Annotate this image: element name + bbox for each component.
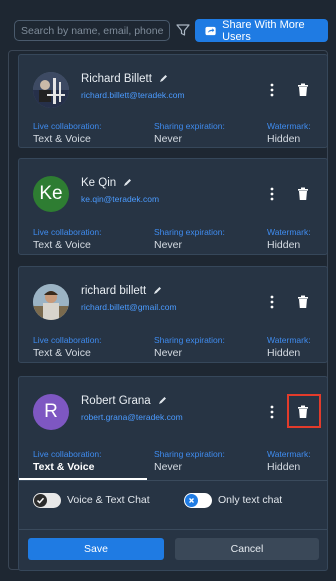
- expiration-label: Sharing expiration:: [154, 227, 225, 237]
- user-name: Richard Billett: [81, 73, 168, 85]
- watermark-value: Hidden: [267, 239, 301, 251]
- user-card-expanded: R Robert Grana robert.grana@teradek.com …: [18, 376, 328, 571]
- edit-pencil-icon[interactable]: [152, 286, 162, 296]
- watermark-value[interactable]: Hidden: [267, 461, 300, 473]
- user-name: Ke Qin: [81, 177, 132, 189]
- only-text-label: Only text chat: [218, 494, 283, 506]
- trash-icon[interactable]: [297, 295, 309, 309]
- divider: [19, 480, 327, 481]
- user-email: richard.billett@teradek.com: [81, 90, 185, 100]
- more-options-icon[interactable]: [269, 294, 275, 310]
- watermark-label: Watermark:: [267, 227, 311, 237]
- expiration-label: Sharing expiration:: [154, 121, 225, 131]
- expiration-label: Sharing expiration:: [154, 335, 225, 345]
- voice-text-label: Voice & Text Chat: [67, 494, 150, 506]
- user-name-text: Robert Grana: [81, 395, 151, 407]
- more-options-icon[interactable]: [269, 82, 275, 98]
- trash-icon[interactable]: [297, 83, 309, 97]
- user-card: Richard Billett richard.billett@teradek.…: [18, 54, 328, 148]
- close-icon: [185, 494, 198, 507]
- edit-pencil-icon[interactable]: [157, 396, 167, 406]
- user-name-text: Ke Qin: [81, 177, 117, 189]
- avatar: [33, 72, 69, 108]
- trash-icon[interactable]: [297, 405, 309, 419]
- user-name-text: Richard Billett: [81, 73, 152, 85]
- collaboration-value: Text & Voice: [33, 239, 91, 251]
- more-options-icon[interactable]: [269, 186, 275, 202]
- share-icon: [205, 26, 216, 35]
- user-name: richard billett: [81, 285, 162, 297]
- collaboration-value: Text & Voice: [33, 133, 91, 145]
- cancel-button[interactable]: Cancel: [175, 538, 319, 560]
- voice-text-toggle[interactable]: [33, 493, 61, 508]
- more-options-icon[interactable]: [269, 404, 275, 420]
- avatar: R: [33, 394, 69, 430]
- collaboration-value: Text & Voice: [33, 347, 91, 359]
- user-card: richard billett richard.billett@gmail.co…: [18, 266, 328, 363]
- expiration-label: Sharing expiration:: [154, 449, 225, 459]
- user-name: Robert Grana: [81, 395, 167, 407]
- collaboration-label: Live collaboration:: [33, 227, 102, 237]
- share-with-more-users-button[interactable]: Share With More Users: [195, 18, 328, 43]
- collaboration-label: Live collaboration:: [33, 449, 102, 459]
- trash-icon[interactable]: [297, 187, 309, 201]
- watermark-value: Hidden: [267, 133, 301, 145]
- watermark-label: Watermark:: [267, 121, 311, 131]
- expiration-value: Never: [154, 347, 183, 359]
- user-name-text: richard billett: [81, 285, 147, 297]
- shared-users-list: Richard Billett richard.billett@teradek.…: [8, 50, 328, 571]
- toolbar: Share With More Users: [8, 17, 328, 45]
- only-text-toggle[interactable]: [184, 493, 212, 508]
- save-button[interactable]: Save: [28, 538, 164, 560]
- collaboration-label: Live collaboration:: [33, 121, 102, 131]
- edit-pencil-icon[interactable]: [122, 178, 132, 188]
- search-input[interactable]: [14, 20, 170, 41]
- avatar-initials: Ke: [39, 183, 63, 204]
- avatar: Ke: [33, 176, 69, 212]
- check-icon: [34, 494, 47, 507]
- user-email: ke.qin@teradek.com: [81, 194, 160, 204]
- expiration-value[interactable]: Never: [154, 461, 182, 473]
- user-card: Ke Ke Qin ke.qin@teradek.com Live collab…: [18, 158, 328, 255]
- expiration-value: Never: [154, 239, 183, 251]
- user-email: richard.billett@gmail.com: [81, 302, 177, 312]
- watermark-value: Hidden: [267, 347, 301, 359]
- collaboration-value[interactable]: Text & Voice: [33, 461, 94, 473]
- avatar-initials: R: [44, 401, 58, 422]
- watermark-label: Watermark:: [267, 335, 311, 345]
- collaboration-label: Live collaboration:: [33, 335, 102, 345]
- share-button-label: Share With More Users: [222, 18, 305, 43]
- filter-icon[interactable]: [175, 22, 191, 38]
- user-email: robert.grana@teradek.com: [81, 412, 183, 422]
- watermark-label: Watermark:: [267, 449, 311, 459]
- avatar: [33, 284, 69, 320]
- edit-pencil-icon[interactable]: [158, 74, 168, 84]
- divider: [19, 529, 327, 530]
- expiration-value: Never: [154, 133, 183, 145]
